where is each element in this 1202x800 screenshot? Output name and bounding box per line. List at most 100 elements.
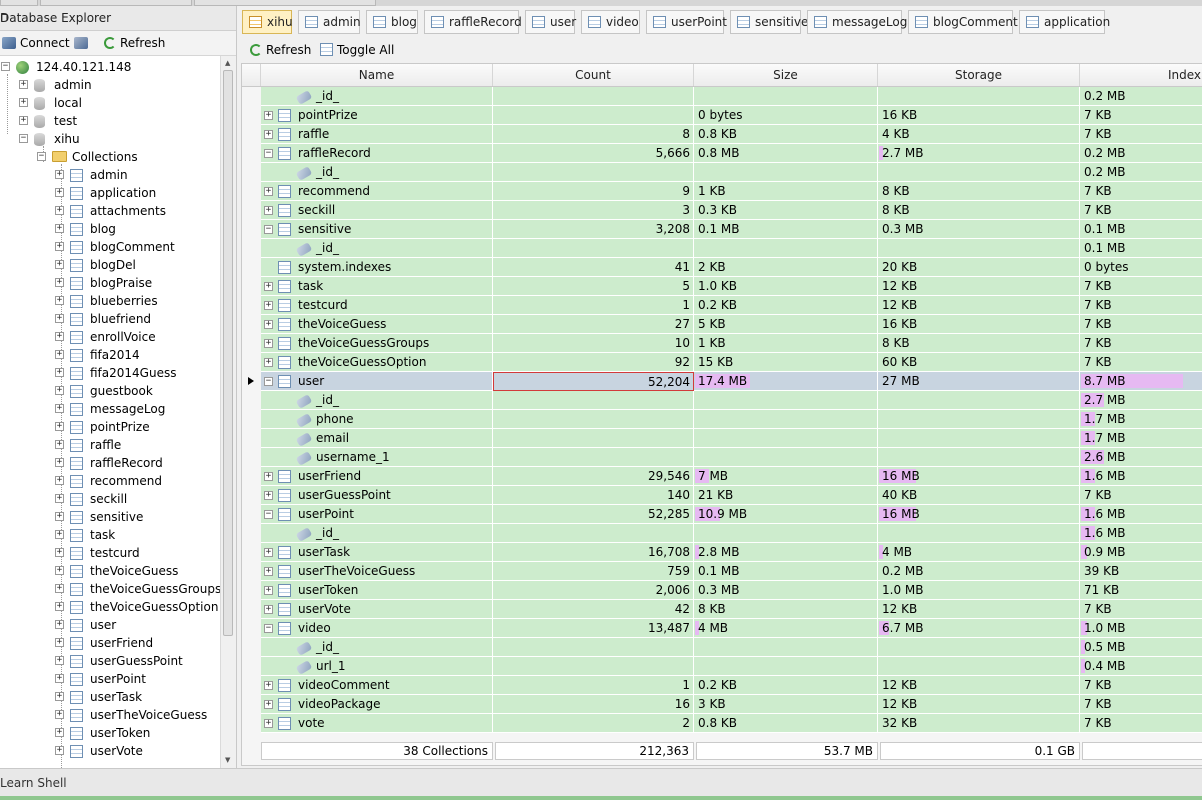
expand-toggle-icon[interactable]: + — [264, 320, 273, 329]
expand-toggle-icon[interactable]: + — [19, 98, 28, 107]
expand-toggle-icon[interactable]: + — [55, 188, 64, 197]
expand-toggle-icon[interactable]: + — [264, 681, 273, 690]
expand-toggle-icon[interactable]: + — [264, 472, 273, 481]
expand-toggle-icon[interactable]: + — [55, 170, 64, 179]
index-row[interactable]: url_1 0.4 MB — [242, 657, 1202, 676]
tab-blog[interactable]: blog — [366, 10, 418, 34]
expand-toggle-icon[interactable]: + — [55, 368, 64, 377]
collection-row[interactable]: + videoPackage 16 3 KB 12 KB 7 KB — [242, 695, 1202, 714]
expand-toggle-icon[interactable]: + — [264, 567, 273, 576]
explorer-refresh-button[interactable]: Refresh — [104, 34, 165, 52]
expand-toggle-icon[interactable]: + — [19, 80, 28, 89]
tab-messageLog[interactable]: messageLog — [807, 10, 907, 34]
header-size[interactable]: Size — [694, 64, 878, 86]
collection-row[interactable]: + vote 2 0.8 KB 32 KB 7 KB — [242, 714, 1202, 733]
pin-icon[interactable]: ⊓ — [0, 11, 228, 24]
header-name[interactable]: Name — [261, 64, 493, 86]
header-index[interactable]: Index — [1080, 64, 1202, 86]
scroll-up-icon[interactable]: ▲ — [225, 59, 230, 67]
collection-row[interactable]: + userGuessPoint 140 21 KB 40 KB 7 KB — [242, 486, 1202, 505]
index-row[interactable]: _id_ 0.1 MB — [242, 239, 1202, 258]
expand-toggle-icon[interactable]: + — [55, 422, 64, 431]
expand-toggle-icon[interactable]: − — [264, 377, 273, 386]
expand-toggle-icon[interactable]: + — [264, 605, 273, 614]
expand-toggle-icon[interactable]: + — [55, 584, 64, 593]
expand-toggle-icon[interactable]: + — [55, 620, 64, 629]
expand-toggle-icon[interactable]: − — [37, 152, 46, 161]
index-row[interactable]: username_1 2.6 MB — [242, 448, 1202, 467]
header-count[interactable]: Count — [493, 64, 694, 86]
edit-connection-button[interactable] — [74, 34, 90, 52]
tab-user[interactable]: user — [525, 10, 576, 34]
collection-row[interactable]: + theVoiceGuess 27 5 KB 16 KB 7 KB — [242, 315, 1202, 334]
tree-scroll-thumb[interactable] — [223, 70, 233, 636]
collection-row[interactable]: + userTask 16,708 2.8 MB 4 MB 0.9 MB — [242, 543, 1202, 562]
collection-row[interactable]: + userTheVoiceGuess 759 0.1 MB 0.2 MB 39 KB — [242, 562, 1202, 581]
index-row[interactable]: _id_ 0.5 MB — [242, 638, 1202, 657]
scroll-down-icon[interactable]: ▼ — [225, 756, 230, 764]
learn-shell-tab[interactable]: Learn Shell — [0, 776, 67, 790]
expand-toggle-icon[interactable]: + — [55, 638, 64, 647]
collection-row[interactable]: + testcurd 1 0.2 KB 12 KB 7 KB — [242, 296, 1202, 315]
tab-application[interactable]: application — [1019, 10, 1110, 34]
expand-toggle-icon[interactable]: − — [1, 62, 10, 71]
expand-toggle-icon[interactable]: + — [55, 278, 64, 287]
tab-blogComment[interactable]: blogComment — [908, 10, 1018, 34]
expand-toggle-icon[interactable]: + — [55, 530, 64, 539]
expand-toggle-icon[interactable]: − — [264, 510, 273, 519]
expand-toggle-icon[interactable]: + — [55, 512, 64, 521]
expand-toggle-icon[interactable]: + — [264, 111, 273, 120]
collection-row[interactable]: + videoComment 1 0.2 KB 12 KB 7 KB — [242, 676, 1202, 695]
index-row[interactable]: _id_ 0.2 MB — [242, 87, 1202, 106]
tab-admin[interactable]: admin — [298, 10, 361, 34]
collection-row[interactable]: − userPoint 52,285 10.9 MB 16 MB 1.6 MB — [242, 505, 1202, 524]
collection-row[interactable]: + userFriend 29,546 7 MB 16 MB 1.6 MB — [242, 467, 1202, 486]
expand-toggle-icon[interactable]: + — [55, 296, 64, 305]
tab-raffleRecord[interactable]: raffleRecord — [424, 10, 522, 34]
expand-toggle-icon[interactable]: + — [55, 602, 64, 611]
expand-toggle-icon[interactable]: + — [264, 358, 273, 367]
collection-row[interactable]: + task 5 1.0 KB 12 KB 7 KB — [242, 277, 1202, 296]
expand-toggle-icon[interactable]: − — [19, 134, 28, 143]
expand-toggle-icon[interactable]: + — [264, 282, 273, 291]
collection-row[interactable]: + userVote 42 8 KB 12 KB 7 KB — [242, 600, 1202, 619]
expand-toggle-icon[interactable]: + — [55, 260, 64, 269]
expand-toggle-icon[interactable]: + — [55, 656, 64, 665]
expand-toggle-icon[interactable]: + — [55, 386, 64, 395]
tab-sensitive[interactable]: sensitive — [730, 10, 808, 34]
expand-toggle-icon[interactable]: + — [55, 332, 64, 341]
expand-toggle-icon[interactable]: + — [55, 746, 64, 755]
collection-row[interactable]: + seckill 3 0.3 KB 8 KB 7 KB — [242, 201, 1202, 220]
expand-toggle-icon[interactable]: + — [55, 404, 64, 413]
expand-toggle-icon[interactable]: + — [264, 491, 273, 500]
collection-row[interactable]: + theVoiceGuessOption 92 15 KB 60 KB 7 KB — [242, 353, 1202, 372]
expand-toggle-icon[interactable]: + — [264, 339, 273, 348]
expand-toggle-icon[interactable]: + — [55, 548, 64, 557]
expand-toggle-icon[interactable]: + — [55, 242, 64, 251]
expand-toggle-icon[interactable]: + — [55, 350, 64, 359]
expand-toggle-icon[interactable]: + — [55, 314, 64, 323]
expand-toggle-icon[interactable]: + — [55, 728, 64, 737]
expand-toggle-icon[interactable]: + — [55, 494, 64, 503]
toggle-all-button[interactable]: Toggle All — [320, 41, 394, 59]
expand-toggle-icon[interactable]: + — [55, 710, 64, 719]
tree-scrollbar[interactable]: ▲ ▼ — [220, 56, 236, 768]
expand-toggle-icon[interactable]: + — [264, 700, 273, 709]
expand-toggle-icon[interactable]: + — [55, 674, 64, 683]
expand-toggle-icon[interactable]: + — [264, 301, 273, 310]
expand-toggle-icon[interactable]: + — [19, 116, 28, 125]
collection-row[interactable]: − sensitive 3,208 0.1 MB 0.3 MB 0.1 MB — [242, 220, 1202, 239]
expand-toggle-icon[interactable]: + — [264, 719, 273, 728]
index-row[interactable]: _id_ 0.2 MB — [242, 163, 1202, 182]
header-storage[interactable]: Storage — [878, 64, 1080, 86]
collection-row[interactable]: − video 13,487 4 MB 6.7 MB 1.0 MB — [242, 619, 1202, 638]
collection-row[interactable]: − user 52,204 17.4 MB 27 MB 8.7 MB — [242, 372, 1202, 391]
grid-refresh-button[interactable]: Refresh — [250, 41, 311, 59]
expand-toggle-icon[interactable]: + — [55, 206, 64, 215]
tab-video[interactable]: video — [581, 10, 640, 34]
expand-toggle-icon[interactable]: + — [55, 458, 64, 467]
expand-toggle-icon[interactable]: + — [55, 224, 64, 233]
collection-row[interactable]: + recommend 9 1 KB 8 KB 7 KB — [242, 182, 1202, 201]
collection-row[interactable]: + userToken 2,006 0.3 MB 1.0 MB 71 KB — [242, 581, 1202, 600]
index-row[interactable]: _id_ 1.6 MB — [242, 524, 1202, 543]
